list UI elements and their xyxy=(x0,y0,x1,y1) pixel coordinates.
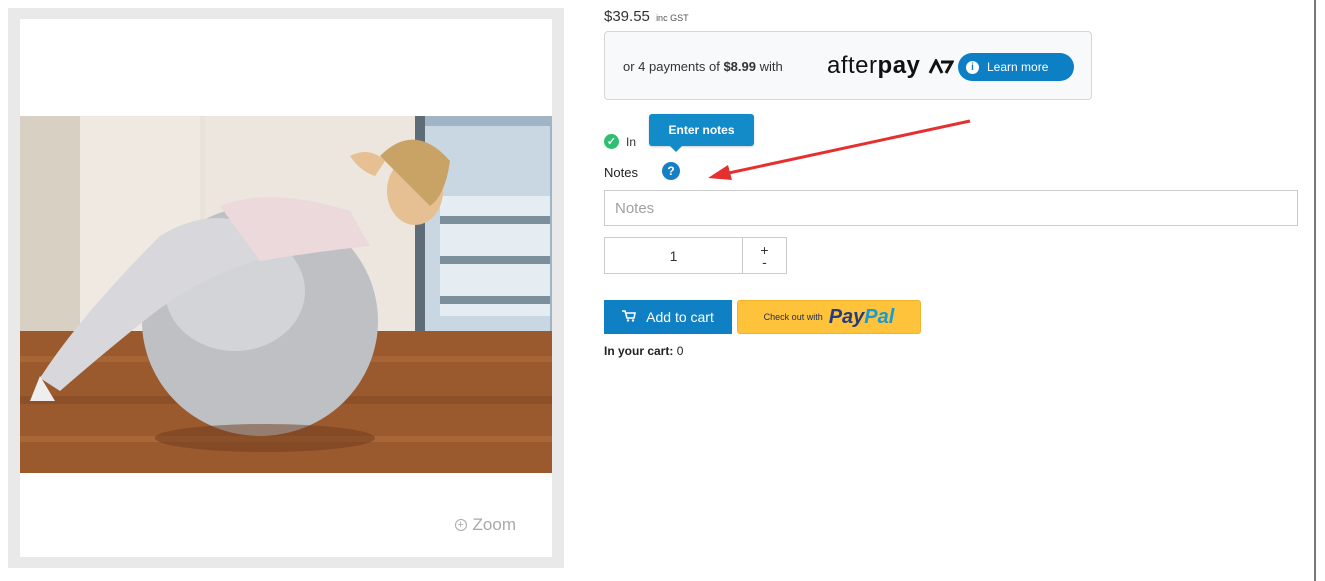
afterpay-box: or 4 payments of $8.99 with afterpay i L… xyxy=(604,31,1092,100)
afterpay-logo-a: after xyxy=(827,52,878,79)
cart-count: In your cart: 0 xyxy=(604,344,683,358)
zoom-icon: + xyxy=(454,519,467,531)
afterpay-arrows-icon xyxy=(928,57,955,74)
notes-field[interactable] xyxy=(604,190,1298,226)
paypal-logo-a: Pay xyxy=(828,305,865,328)
price-amount: $39.55 xyxy=(604,8,650,25)
zoom-control[interactable]: + Zoom xyxy=(454,515,516,535)
add-to-cart-button[interactable]: Add to cart xyxy=(604,300,732,334)
learn-more-label: Learn more xyxy=(987,60,1049,74)
page-edge-border xyxy=(1314,0,1316,581)
paypal-checkout-button[interactable]: Check out with PayPal xyxy=(737,300,921,334)
cart-icon xyxy=(622,309,637,325)
quantity-value[interactable]: 1 xyxy=(605,238,743,273)
cart-count-value: 0 xyxy=(676,344,684,358)
afterpay-installment: $8.99 xyxy=(723,59,756,74)
afterpay-text: or 4 payments of $8.99 with xyxy=(623,59,783,74)
arrow-annotation xyxy=(708,119,971,180)
info-icon: i xyxy=(966,60,979,74)
paypal-logo: PayPal xyxy=(829,306,895,329)
cart-label: In your cart: xyxy=(604,344,674,358)
check-icon: ✓ xyxy=(604,134,619,149)
stock-status: ✓ In xyxy=(604,134,636,149)
product-photo[interactable] xyxy=(20,116,552,473)
help-icon[interactable]: ? xyxy=(662,162,680,180)
paypal-logo-b: Pal xyxy=(864,305,895,328)
stock-label: In xyxy=(626,134,637,149)
afterpay-logo: afterpay xyxy=(827,52,955,80)
product-price: $39.55 inc GST xyxy=(604,8,689,25)
add-to-cart-label: Add to cart xyxy=(646,309,714,325)
notes-label: Notes xyxy=(604,165,638,180)
paypal-prefix: Check out with xyxy=(763,312,823,322)
afterpay-prefix: or 4 payments of xyxy=(623,59,720,74)
zoom-label: Zoom xyxy=(472,515,516,534)
quantity-stepper: 1 + - xyxy=(604,237,787,274)
product-image-panel: + Zoom xyxy=(8,8,564,568)
afterpay-learn-more-button[interactable]: i Learn more xyxy=(958,53,1074,81)
price-suffix: inc GST xyxy=(656,13,689,23)
afterpay-logo-b: pay xyxy=(877,52,921,79)
product-image-frame: + Zoom xyxy=(20,19,552,557)
afterpay-with: with xyxy=(759,59,783,74)
quantity-step-buttons: + - xyxy=(743,238,786,273)
decrement-button[interactable]: - xyxy=(762,255,767,269)
